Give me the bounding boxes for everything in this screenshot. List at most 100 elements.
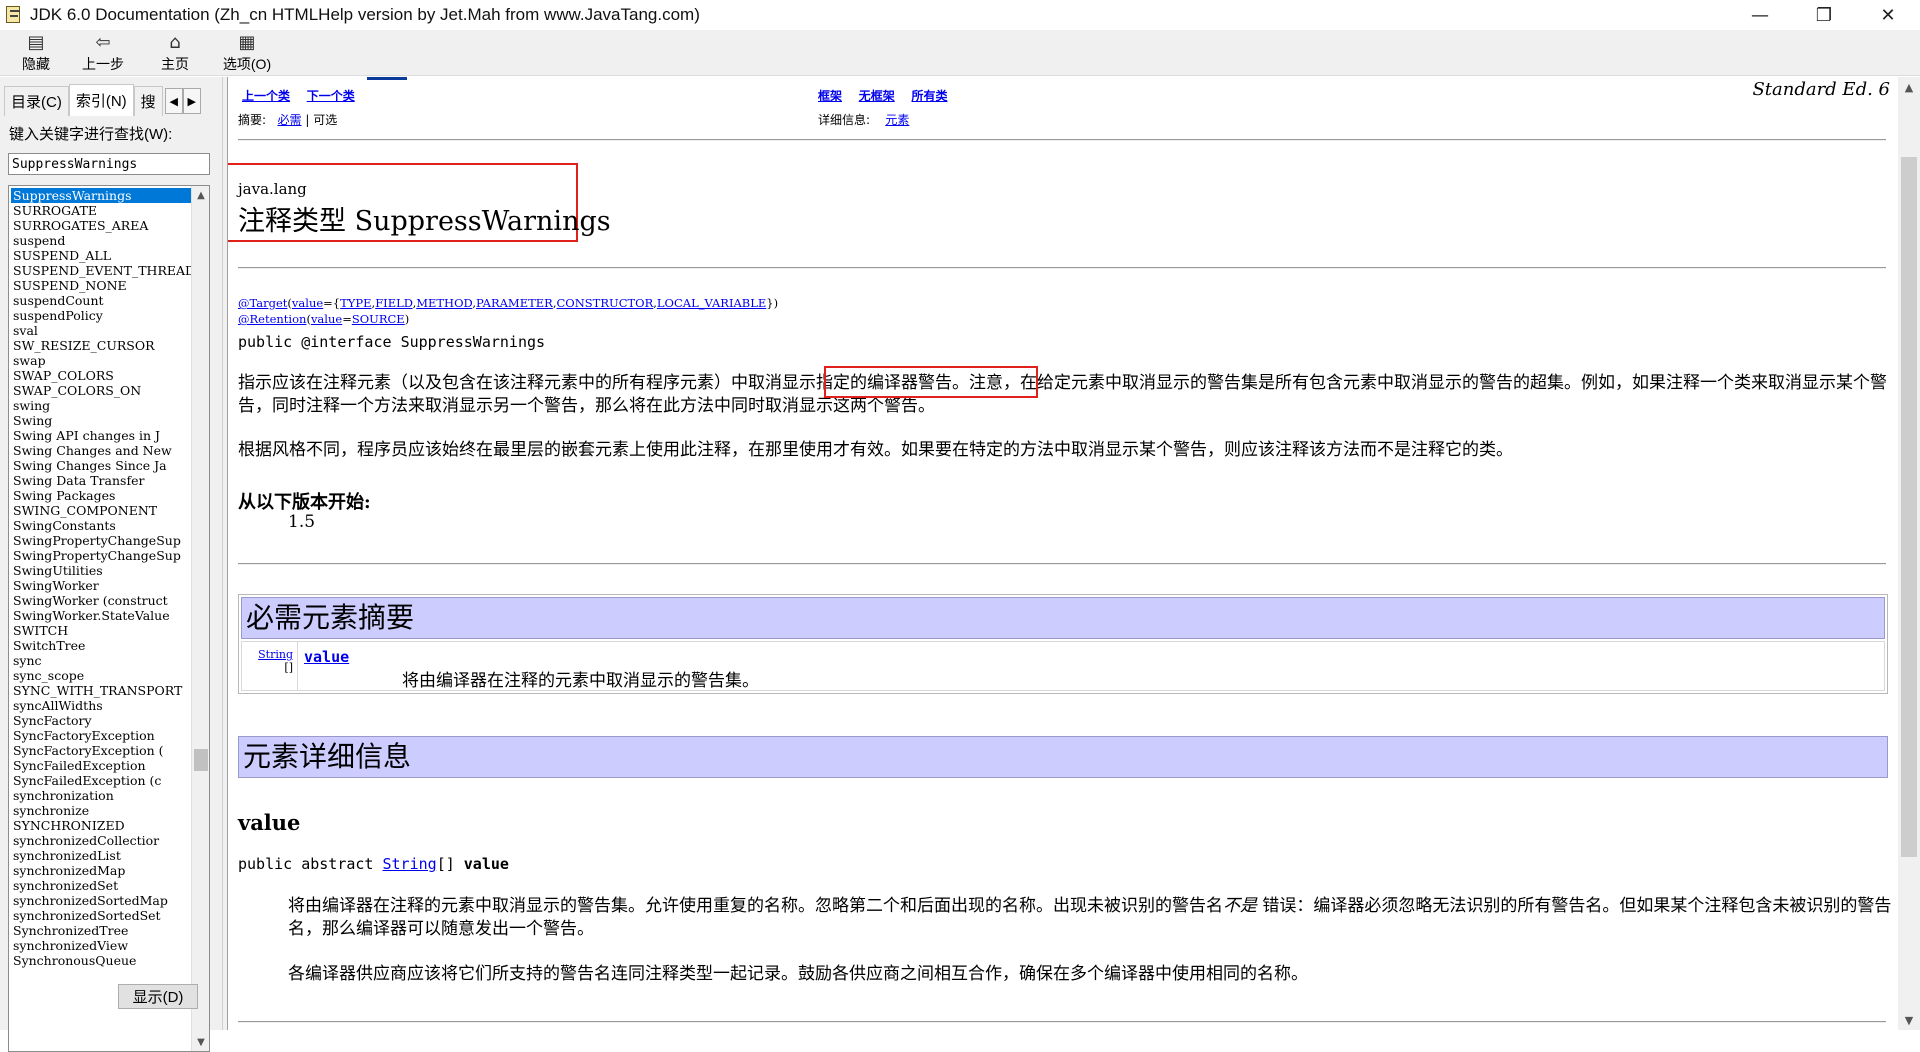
- index-list-scrollbar[interactable]: ▲ ▼: [191, 186, 209, 1051]
- list-item[interactable]: SwitchTree: [11, 638, 191, 653]
- element-type-link[interactable]: TYPE: [340, 296, 371, 310]
- summary-required-link[interactable]: 必需: [278, 113, 302, 127]
- list-item[interactable]: synchronizedSortedMap: [11, 893, 191, 908]
- tab-scroll-left-icon[interactable]: ◀: [164, 88, 183, 114]
- list-item[interactable]: synchronize: [11, 803, 191, 818]
- list-item[interactable]: synchronizedList: [11, 848, 191, 863]
- list-item[interactable]: SwingWorker.StateValue: [11, 608, 191, 623]
- list-item[interactable]: synchronizedCollectior: [11, 833, 191, 848]
- index-list[interactable]: SuppressWarnings SURROGATE SURROGATES_AREA…: [8, 185, 210, 1052]
- minimize-button[interactable]: —: [1728, 0, 1792, 30]
- element-name-cell: value: [304, 648, 349, 666]
- list-item[interactable]: Swing API changes in J: [11, 428, 191, 443]
- list-item[interactable]: SyncFailedException (c: [11, 773, 191, 788]
- list-item[interactable]: SWING_COMPONENT: [11, 503, 191, 518]
- value-element-link[interactable]: value: [304, 648, 349, 666]
- list-item[interactable]: Swing Changes Since Ja: [11, 458, 191, 473]
- home-button[interactable]: ⌂ 主页: [142, 30, 208, 74]
- noframes-link[interactable]: 无框架: [859, 89, 895, 103]
- retention-link[interactable]: @Retention: [238, 312, 306, 326]
- retention-value-link[interactable]: value: [311, 312, 342, 326]
- next-class-link[interactable]: 下一个类: [307, 89, 355, 103]
- list-item[interactable]: SyncFailedException: [11, 758, 191, 773]
- detail-element-link[interactable]: 元素: [885, 113, 909, 127]
- list-item[interactable]: SyncFactoryException: [11, 728, 191, 743]
- list-item[interactable]: sval: [11, 323, 191, 338]
- element-type-link[interactable]: FIELD: [375, 296, 412, 310]
- tab-index[interactable]: 索引(N): [68, 84, 134, 116]
- prev-class-link[interactable]: 上一个类: [242, 89, 290, 103]
- list-item[interactable]: swap: [11, 353, 191, 368]
- list-item[interactable]: sync_scope: [11, 668, 191, 683]
- tab-scroll-arrows: ◀ ▶: [164, 86, 201, 116]
- target-value-link[interactable]: value: [292, 296, 323, 310]
- list-item[interactable]: synchronization: [11, 788, 191, 803]
- list-item[interactable]: synchronizedView: [11, 938, 191, 953]
- list-item[interactable]: SwingUtilities: [11, 563, 191, 578]
- hide-label: 隐藏: [22, 56, 50, 72]
- list-item[interactable]: suspendPolicy: [11, 308, 191, 323]
- list-item[interactable]: SUSPEND_NONE: [11, 278, 191, 293]
- list-item[interactable]: SwingPropertyChangeSup: [11, 533, 191, 548]
- keyword-input[interactable]: [8, 153, 210, 175]
- content-scrollbar[interactable]: ▲ ▼: [1898, 77, 1920, 1030]
- scroll-up-icon[interactable]: ▲: [192, 186, 209, 204]
- allclasses-link[interactable]: 所有类: [911, 89, 947, 103]
- list-item[interactable]: SyncFactoryException (: [11, 743, 191, 758]
- frames-link[interactable]: 框架: [818, 89, 842, 103]
- tab-scroll-right-icon[interactable]: ▶: [182, 88, 201, 114]
- list-item[interactable]: Swing Packages: [11, 488, 191, 503]
- maximize-button[interactable]: ❐: [1792, 0, 1856, 30]
- list-item[interactable]: SUSPEND_EVENT_THREAD: [11, 263, 191, 278]
- tab-contents[interactable]: 目录(C): [4, 86, 69, 116]
- options-button[interactable]: ▦ 选项(O): [214, 30, 280, 74]
- target-link[interactable]: @Target: [238, 296, 287, 310]
- list-item[interactable]: suspendCount: [11, 293, 191, 308]
- list-item[interactable]: SuppressWarnings: [11, 188, 191, 203]
- list-item[interactable]: SUSPEND_ALL: [11, 248, 191, 263]
- sig-array-suffix: []: [436, 855, 464, 873]
- list-item[interactable]: SwingWorker (construct: [11, 593, 191, 608]
- list-item[interactable]: SURROGATE: [11, 203, 191, 218]
- scroll-up-icon[interactable]: ▲: [1898, 77, 1920, 97]
- sig-string-link[interactable]: String: [383, 855, 437, 873]
- scroll-down-icon[interactable]: ▼: [192, 1033, 209, 1051]
- list-item[interactable]: SYNC_WITH_TRANSPORT: [11, 683, 191, 698]
- scroll-thumb[interactable]: [194, 749, 208, 771]
- display-button[interactable]: 显示(D): [118, 984, 198, 1009]
- list-item[interactable]: sync: [11, 653, 191, 668]
- element-type-link[interactable]: CONSTRUCTOR: [557, 296, 654, 310]
- list-item[interactable]: SWAP_COLORS: [11, 368, 191, 383]
- list-item[interactable]: SW_RESIZE_CURSOR: [11, 338, 191, 353]
- list-item[interactable]: SWAP_COLORS_ON: [11, 383, 191, 398]
- element-type-link[interactable]: LOCAL_VARIABLE: [657, 296, 766, 310]
- list-item[interactable]: SWITCH: [11, 623, 191, 638]
- scroll-thumb[interactable]: [1901, 157, 1917, 857]
- list-item[interactable]: Swing: [11, 413, 191, 428]
- list-item[interactable]: SwingPropertyChangeSup: [11, 548, 191, 563]
- list-item[interactable]: SwingConstants: [11, 518, 191, 533]
- list-item[interactable]: SynchronizedTree: [11, 923, 191, 938]
- hide-button[interactable]: ▤ 隐藏: [8, 30, 64, 74]
- element-type-link[interactable]: METHOD: [416, 296, 472, 310]
- list-item[interactable]: syncAllWidths: [11, 698, 191, 713]
- list-item[interactable]: synchronizedSortedSet: [11, 908, 191, 923]
- back-button[interactable]: ⇦ 上一步: [70, 30, 136, 74]
- retention-source-link[interactable]: SOURCE: [352, 312, 405, 326]
- string-type-link[interactable]: String: [258, 648, 293, 661]
- tab-search[interactable]: 搜: [133, 86, 163, 116]
- list-item[interactable]: Swing Data Transfer: [11, 473, 191, 488]
- list-item[interactable]: synchronizedSet: [11, 878, 191, 893]
- list-item[interactable]: SYNCHRONIZED: [11, 818, 191, 833]
- list-item[interactable]: swing: [11, 398, 191, 413]
- scroll-down-icon[interactable]: ▼: [1898, 1010, 1920, 1030]
- list-item[interactable]: synchronizedMap: [11, 863, 191, 878]
- list-item[interactable]: SynchronousQueue: [11, 953, 191, 968]
- list-item[interactable]: SURROGATES_AREA: [11, 218, 191, 233]
- close-button[interactable]: ✕: [1856, 0, 1920, 30]
- list-item[interactable]: SyncFactory: [11, 713, 191, 728]
- list-item[interactable]: SwingWorker: [11, 578, 191, 593]
- element-type-link[interactable]: PARAMETER: [476, 296, 553, 310]
- list-item[interactable]: Swing Changes and New: [11, 443, 191, 458]
- list-item[interactable]: suspend: [11, 233, 191, 248]
